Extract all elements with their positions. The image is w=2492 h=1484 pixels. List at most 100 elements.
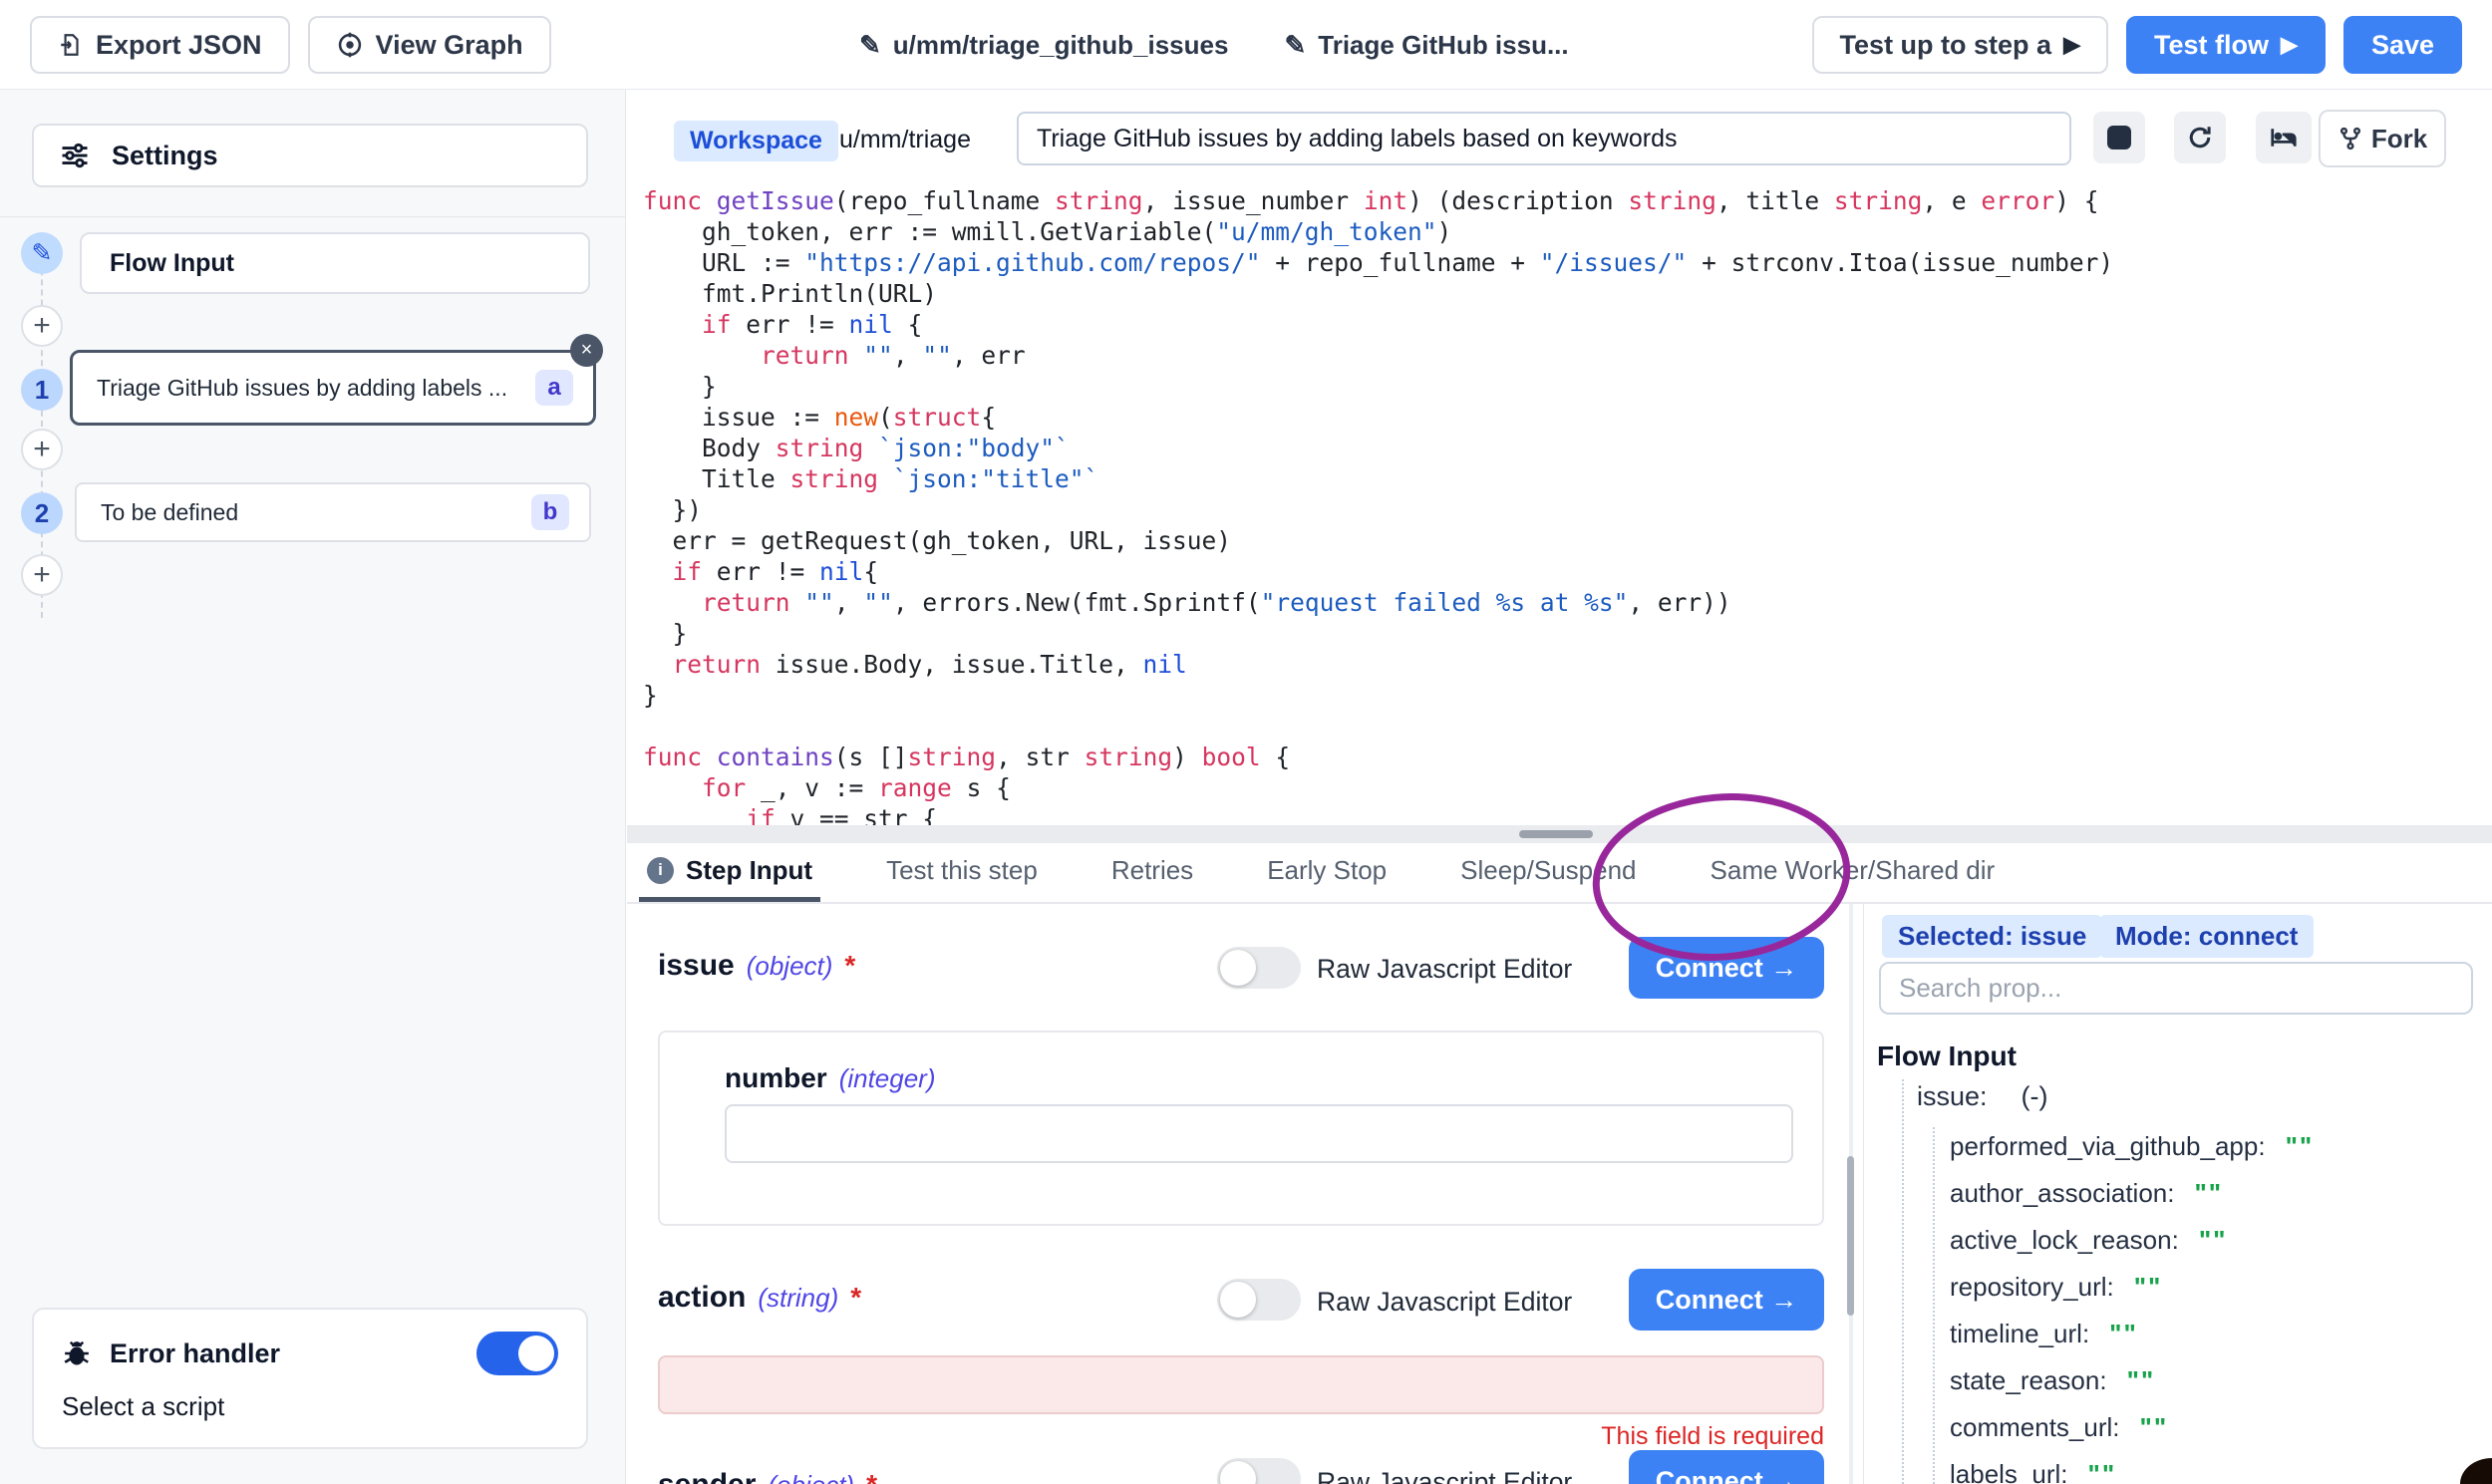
flow-input-node[interactable]: Flow Input: [80, 232, 590, 294]
issue-raw-editor-label: Raw Javascript Editor: [1317, 954, 1572, 985]
toolbar-right-group: Test up to step a ▶ Test flow ▶ Save: [1812, 16, 2462, 74]
error-handler-card: Error handler Select a script: [32, 1308, 588, 1449]
collapse-marker: (-): [2022, 1081, 2048, 1112]
test-up-to-step-button[interactable]: Test up to step a ▶: [1812, 16, 2108, 74]
step-2-id-badge: b: [531, 494, 569, 530]
sender-raw-editor-label: Raw Javascript Editor: [1317, 1467, 1572, 1484]
stop-button[interactable]: [2093, 112, 2145, 163]
action-raw-editor-toggle[interactable]: [1217, 1279, 1301, 1321]
export-json-button[interactable]: Export JSON: [30, 16, 290, 74]
tab-retries[interactable]: Retries: [1103, 843, 1201, 902]
required-asterisk: *: [850, 1282, 861, 1314]
tab-sleep-suspend[interactable]: Sleep/Suspend: [1452, 843, 1644, 902]
selected-badge: Selected: issue: [1882, 915, 2102, 958]
step-summary-input[interactable]: [1017, 112, 2071, 165]
step-2-label: To be defined: [101, 499, 531, 526]
tab-step-input[interactable]: i Step Input: [639, 843, 820, 902]
flow-title-crumb[interactable]: ✎ Triage GitHub issu...: [1284, 30, 1568, 61]
error-handler-select-script[interactable]: Select a script: [62, 1391, 558, 1422]
search-prop-input[interactable]: [1879, 962, 2473, 1015]
play-icon: ▶: [2063, 32, 2080, 58]
edit-path-icon: ✎: [859, 30, 881, 61]
step-1-id-badge: a: [535, 370, 573, 406]
error-handler-title: Error handler: [110, 1338, 280, 1369]
action-input-error-state[interactable]: [658, 1355, 1824, 1414]
tree-node-labels-url[interactable]: labels_url:"": [1950, 1459, 2116, 1484]
workspace-badge: Workspace: [674, 121, 838, 161]
issue-object-subpanel: number (integer): [658, 1031, 1824, 1226]
fork-icon: [2337, 126, 2363, 151]
form-scrollbar-thumb[interactable]: [1847, 1156, 1854, 1316]
flow-input-node-icon: ✎: [21, 232, 63, 274]
tree-node-comments-url[interactable]: comments_url:"": [1950, 1412, 2168, 1443]
fork-button[interactable]: Fork: [2319, 110, 2446, 167]
refresh-button[interactable]: [2174, 112, 2226, 163]
test-flow-label: Test flow: [2154, 30, 2269, 61]
action-field-label: action (string) *: [658, 1281, 861, 1315]
code-editor[interactable]: func getIssue(repo_fullname string, issu…: [627, 179, 2492, 825]
flow-sidebar: Settings ✎ Flow Input + 1 Triage GitHub …: [0, 90, 626, 1484]
code-lines: func getIssue(repo_fullname string, issu…: [643, 185, 2492, 825]
sleep-button[interactable]: [2256, 112, 2312, 163]
step-input-form: issue (object) * Raw Javascript Editor C…: [627, 904, 1848, 1484]
bed-icon: [2269, 123, 2299, 152]
tree-guide-line: [1902, 1079, 1904, 1484]
tree-node-issue[interactable]: issue: (-): [1917, 1081, 2048, 1112]
breadcrumb: ✎ u/mm/triage_github_issues ✎ Triage Git…: [859, 0, 1569, 90]
test-up-to-step-label: Test up to step a: [1840, 30, 2052, 61]
view-graph-button[interactable]: View Graph: [308, 16, 551, 74]
tab-test-this-step[interactable]: Test this step: [878, 843, 1046, 902]
step-2-number-badge: 2: [21, 492, 63, 534]
tab-early-stop[interactable]: Early Stop: [1259, 843, 1395, 902]
tab-same-worker[interactable]: Same Worker/Shared dir: [1703, 843, 2004, 902]
tree-node-active-lock-reason[interactable]: active_lock_reason:"": [1950, 1225, 2227, 1256]
add-step-button-2[interactable]: +: [21, 429, 63, 470]
pencil-icon: ✎: [32, 238, 53, 268]
sender-raw-editor-toggle[interactable]: [1217, 1458, 1301, 1484]
issue-raw-editor-toggle[interactable]: [1217, 947, 1301, 989]
action-raw-editor-label: Raw Javascript Editor: [1317, 1287, 1572, 1318]
delete-step-button[interactable]: ×: [570, 334, 603, 367]
view-graph-label: View Graph: [376, 30, 523, 61]
sender-connect-button[interactable]: Connect →: [1629, 1450, 1824, 1484]
fork-label: Fork: [2371, 124, 2427, 154]
action-connect-button[interactable]: Connect →: [1629, 1269, 1824, 1331]
tree-node-repository-url[interactable]: repository_url:"": [1950, 1272, 2162, 1303]
add-step-button-1[interactable]: +: [21, 305, 63, 347]
step-1-card-selected[interactable]: Triage GitHub issues by adding labels ..…: [70, 350, 596, 426]
toolbar-left-group: Export JSON View Graph: [30, 16, 551, 74]
tree-node-performed-via-github-app[interactable]: performed_via_github_app:"": [1950, 1131, 2314, 1162]
step-1-label: Triage GitHub issues by adding labels ..…: [97, 375, 535, 402]
add-step-button-3[interactable]: +: [21, 554, 63, 596]
play-icon: ▶: [2281, 32, 2298, 58]
flow-input-label: Flow Input: [110, 249, 234, 278]
step-2-card[interactable]: To be defined b: [75, 482, 591, 542]
connect-props-panel: Selected: issue Mode: connect Flow Input…: [1866, 904, 2492, 1484]
scrollbar-thumb[interactable]: [1519, 830, 1593, 838]
number-input[interactable]: [725, 1104, 1793, 1163]
error-handler-toggle[interactable]: [476, 1332, 558, 1375]
flow-input-heading: Flow Input: [1877, 1040, 2017, 1072]
issue-field-label: issue (object) *: [658, 949, 855, 983]
field-required-error: This field is required: [658, 1422, 1824, 1451]
refresh-icon: [2186, 124, 2214, 151]
save-button[interactable]: Save: [2343, 16, 2462, 74]
tree-guide-line: [1933, 1127, 1935, 1484]
code-horizontal-scrollbar[interactable]: [627, 825, 2492, 843]
stop-icon: [2107, 126, 2131, 149]
sidebar-divider: [0, 216, 626, 217]
tree-node-timeline-url[interactable]: timeline_url:"": [1950, 1319, 2138, 1349]
panel-divider: [1863, 904, 1864, 1484]
tree-node-author-association[interactable]: author_association:"": [1950, 1178, 2223, 1209]
workspace-path: u/mm/triage: [839, 126, 971, 154]
settings-button[interactable]: Settings: [32, 124, 588, 187]
settings-label: Settings: [112, 141, 218, 171]
issue-connect-button[interactable]: Connect →: [1629, 937, 1824, 999]
required-asterisk: *: [844, 950, 855, 982]
flow-editor-app: Export JSON View Graph ✎ u/mm/triage_git…: [0, 0, 2492, 1484]
test-flow-button[interactable]: Test flow ▶: [2126, 16, 2326, 74]
flow-path-crumb[interactable]: ✎ u/mm/triage_github_issues: [859, 30, 1228, 61]
export-json-label: Export JSON: [96, 30, 262, 61]
tree-node-state-reason[interactable]: state_reason:"": [1950, 1365, 2155, 1396]
close-icon: ×: [581, 339, 593, 362]
